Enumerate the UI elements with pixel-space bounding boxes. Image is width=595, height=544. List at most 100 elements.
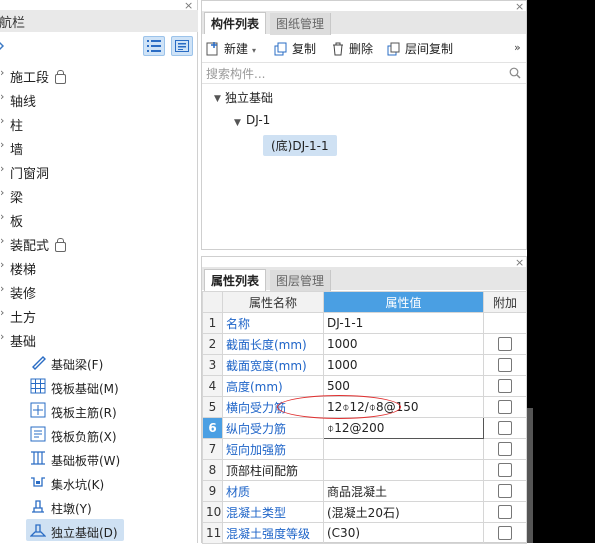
nav-subitem-3[interactable]: 筏板主筋(R): [0, 399, 198, 423]
expand-arrow-icon[interactable]: ›: [0, 210, 4, 223]
property-row[interactable]: 2 截面长度(mm) 1000: [202, 333, 527, 355]
nav-item-5[interactable]: › 门窗洞: [0, 159, 198, 183]
additional-checkbox[interactable]: [498, 421, 512, 436]
header-property-name: 属性名称: [222, 291, 324, 313]
nav-item-label: 装修: [10, 287, 37, 302]
additional-checkbox[interactable]: [498, 442, 512, 457]
expand-arrow-icon[interactable]: ›: [0, 186, 4, 199]
detail-view-button[interactable]: [171, 36, 193, 56]
property-value[interactable]: ⌽12@200: [323, 417, 484, 439]
additional-checkbox[interactable]: [498, 505, 512, 520]
additional-cell: [483, 522, 527, 544]
pin-icon[interactable]: [0, 40, 5, 51]
raft-main-rebar-icon: [30, 402, 46, 418]
additional-checkbox[interactable]: [498, 379, 512, 394]
copy-button[interactable]: 复制: [274, 40, 316, 57]
property-row[interactable]: 10 混凝土类型 (混凝土20石): [202, 501, 527, 523]
nav-item-3[interactable]: › 柱: [0, 111, 198, 135]
expand-arrow-icon[interactable]: ›: [0, 306, 4, 319]
tab-drawing-management[interactable]: 图纸管理: [270, 13, 332, 35]
property-row[interactable]: 8 顶部柱间配筋: [202, 459, 527, 481]
nav-subitem-2[interactable]: 筏板基础(M): [0, 375, 198, 399]
property-value[interactable]: 500: [323, 375, 484, 397]
copy-label: 复制: [292, 42, 317, 56]
property-row[interactable]: 7 短向加强筋: [202, 438, 527, 460]
nav-item-label: 基础: [10, 335, 37, 350]
sump-pit-icon: [31, 477, 45, 487]
nav-item-2[interactable]: › 轴线: [0, 87, 198, 111]
property-row[interactable]: 3 截面宽度(mm) 1000: [202, 354, 527, 376]
nav-subitem-7[interactable]: 柱墩(Y): [0, 495, 198, 519]
expand-arrow-icon[interactable]: ›: [0, 162, 4, 175]
property-row[interactable]: 9 材质 商品混凝土: [202, 480, 527, 502]
additional-checkbox[interactable]: [498, 526, 512, 541]
expand-arrow-icon[interactable]: ›: [0, 330, 4, 343]
tree-leaf-dj1-1[interactable]: (底)DJ-1-1: [263, 135, 337, 156]
nav-subitem-8[interactable]: 独立基础(D): [0, 519, 198, 543]
additional-cell: [483, 375, 527, 397]
expand-arrow-icon[interactable]: ›: [0, 114, 4, 127]
header-index: [202, 291, 223, 313]
property-value[interactable]: [323, 438, 484, 460]
property-value[interactable]: (C30): [323, 522, 484, 544]
component-close-icon[interactable]: ×: [515, 0, 524, 13]
expand-arrow-icon[interactable]: ›: [0, 282, 4, 295]
property-value[interactable]: 商品混凝土: [323, 480, 484, 502]
property-value[interactable]: 1000: [323, 333, 484, 355]
property-row[interactable]: 6 纵向受力筋 ⌽12@200: [202, 417, 527, 439]
additional-checkbox[interactable]: [498, 463, 512, 478]
nav-subitem-1[interactable]: 基础梁(F): [0, 351, 198, 375]
additional-checkbox[interactable]: [498, 337, 512, 352]
nav-item-9[interactable]: › 楼梯: [0, 255, 198, 279]
nav-subitem-4[interactable]: 筏板负筋(X): [0, 423, 198, 447]
nav-item-6[interactable]: › 梁: [0, 183, 198, 207]
nav-item-label: 板: [10, 215, 24, 230]
right-edge-scrollbar[interactable]: [527, 408, 533, 543]
nav-item-12[interactable]: › 基础: [0, 327, 198, 351]
property-value[interactable]: [323, 459, 484, 481]
tree-root-isolated-footing[interactable]: 独立基础: [225, 89, 273, 106]
floor-copy-button[interactable]: 层间复制: [387, 40, 453, 57]
property-value[interactable]: DJ-1-1: [323, 312, 484, 334]
new-button[interactable]: 新建 ▾: [206, 40, 256, 57]
expand-arrow-icon[interactable]: ›: [0, 258, 4, 271]
nav-subitem-5[interactable]: 基础板带(W): [0, 447, 198, 471]
additional-checkbox[interactable]: [498, 400, 512, 415]
nav-item-4[interactable]: › 墙: [0, 135, 198, 159]
new-dropdown-icon[interactable]: ▾: [252, 46, 256, 55]
property-value[interactable]: 1000: [323, 354, 484, 376]
nav-close-icon[interactable]: ×: [184, 0, 193, 12]
tab-component-list[interactable]: 构件列表: [204, 12, 267, 34]
nav-item-11[interactable]: › 土方: [0, 303, 198, 327]
property-close-icon[interactable]: ×: [515, 256, 524, 269]
nav-item-7[interactable]: › 板: [0, 207, 198, 231]
tab-property-list[interactable]: 属性列表: [204, 269, 267, 291]
nav-item-1[interactable]: › 施工段: [0, 63, 198, 87]
expand-arrow-icon[interactable]: ›: [0, 234, 4, 247]
nav-item-label: 梁: [10, 191, 24, 206]
nav-item-10[interactable]: › 装修: [0, 279, 198, 303]
tab-layer-management[interactable]: 图层管理: [270, 270, 332, 292]
more-tools-icon[interactable]: »: [514, 41, 521, 54]
delete-button[interactable]: 删除: [331, 40, 373, 57]
additional-checkbox[interactable]: [498, 484, 512, 499]
property-value[interactable]: (混凝土20石): [323, 501, 484, 523]
property-row[interactable]: 4 高度(mm) 500: [202, 375, 527, 397]
additional-cell: [483, 396, 527, 418]
nav-subitem-6[interactable]: 集水坑(K): [0, 471, 198, 495]
tree-root-arrow-icon[interactable]: ▼: [214, 90, 221, 104]
search-input[interactable]: [204, 65, 498, 83]
list-view-button[interactable]: [143, 36, 165, 56]
property-row[interactable]: 11 混凝土强度等级 (C30): [202, 522, 527, 544]
expand-arrow-icon[interactable]: ›: [0, 90, 4, 103]
expand-arrow-icon[interactable]: ›: [0, 138, 4, 151]
additional-cell: [483, 438, 527, 460]
expand-arrow-icon[interactable]: ›: [0, 66, 4, 79]
search-icon[interactable]: [509, 67, 521, 79]
nav-item-label: 墙: [10, 143, 24, 158]
additional-checkbox[interactable]: [498, 358, 512, 373]
property-row[interactable]: 1 名称 DJ-1-1: [202, 312, 527, 334]
nav-item-8[interactable]: › 装配式: [0, 231, 198, 255]
tree-child-dj1[interactable]: DJ-1: [246, 113, 270, 127]
tree-child-arrow-icon[interactable]: ▼: [234, 114, 241, 128]
